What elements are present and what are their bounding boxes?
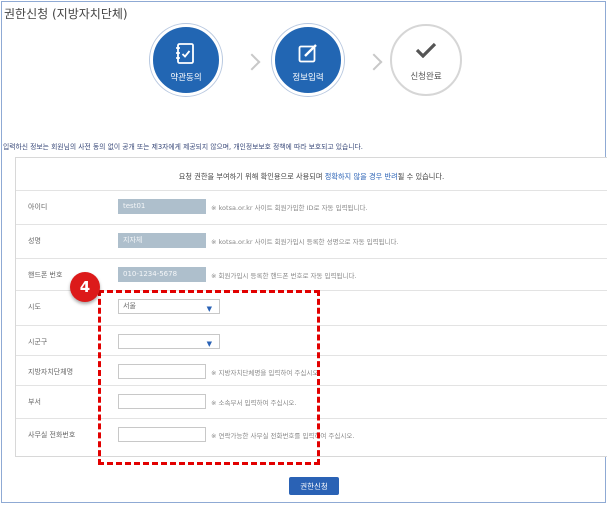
sido-label: 시도 [28, 303, 41, 311]
row-name: 성명 지자체 ※ kotsa.or.kr 사이트 회원가입시 등록한 성명으로 … [16, 224, 607, 258]
page-title: 권한신청 (지방자치단체) [4, 7, 128, 21]
org-hint: ※ 지방자치단체명을 입력하여 주십시오. [211, 369, 321, 377]
submit-button[interactable]: 권한신청 [289, 477, 339, 495]
row-sido: 시도 서울 ▼ [16, 290, 607, 325]
step-label: 약관동의 [170, 73, 202, 83]
step-number-badge: 4 [70, 272, 100, 302]
sido-value: 서울 [123, 302, 136, 310]
form-header: 요청 권한을 부여하기 위해 확인용으로 사용되며 정확하지 않을 경우 반려될… [16, 172, 607, 185]
form-header-suffix: 될 수 있습니다. [397, 172, 445, 181]
dropdown-arrow-icon: ▼ [206, 340, 212, 348]
phone-hint: ※ 회원가입시 등록한 핸드폰 번호로 자동 입력됩니다. [211, 272, 357, 280]
sigungu-label: 시군구 [28, 338, 48, 346]
dept-input[interactable] [118, 394, 206, 409]
form-header-prefix: 요청 권한을 부여하기 위해 확인용으로 사용되며 [178, 172, 325, 181]
id-field: test01 [118, 199, 206, 214]
document-check-icon [176, 43, 196, 69]
id-hint: ※ kotsa.or.kr 사이트 회원가입한 ID로 자동 입력됩니다. [211, 204, 368, 212]
id-label: 아이디 [28, 203, 48, 211]
step-complete: 신청완료 [390, 24, 462, 96]
phone-field: 010-1234-5678 [118, 267, 206, 282]
check-icon [415, 42, 437, 62]
office-phone-input[interactable] [118, 427, 206, 442]
sigungu-select[interactable]: ▼ [118, 334, 220, 349]
step-info: 정보입력 [272, 24, 344, 96]
office-phone-hint: ※ 연락가능한 사무실 전화번호를 입력하여 주십시오. [211, 432, 355, 440]
edit-icon [298, 43, 318, 67]
dropdown-arrow-icon: ▼ [206, 305, 212, 313]
name-hint: ※ kotsa.or.kr 사이트 회원가입시 등록한 성명으로 자동 입력됩니… [211, 238, 399, 246]
privacy-notice: 입력하신 정보는 회원님의 사전 동의 없이 공개 또는 제3자에게 제공되지 … [3, 143, 363, 151]
step-progress: 약관동의 정보입력 신청완료 [150, 22, 470, 122]
row-dept: 부서 ※ 소속부서 입력하여 주십시오. [16, 385, 607, 419]
name-label: 성명 [28, 237, 41, 245]
step-label: 정보입력 [292, 73, 324, 83]
chevron-right-icon [365, 53, 383, 71]
dept-label: 부서 [28, 398, 41, 406]
step-agree: 약관동의 [150, 24, 222, 96]
org-input[interactable] [118, 364, 206, 379]
office-phone-label: 사무실 전화번호 [28, 431, 76, 439]
application-form: 요청 권한을 부여하기 위해 확인용으로 사용되며 정확하지 않을 경우 반려될… [15, 157, 607, 457]
phone-label: 핸드폰 번호 [28, 271, 63, 279]
form-header-warning: 정확하지 않을 경우 반려 [324, 172, 398, 181]
row-phone: 핸드폰 번호 010-1234-5678 ※ 회원가입시 등록한 핸드폰 번호로… [16, 258, 607, 292]
dept-hint: ※ 소속부서 입력하여 주십시오. [211, 399, 297, 407]
step-label: 신청완료 [410, 72, 442, 82]
row-id: 아이디 test01 ※ kotsa.or.kr 사이트 회원가입한 ID로 자… [16, 190, 607, 224]
chevron-right-icon [243, 53, 261, 71]
name-field: 지자체 [118, 233, 206, 248]
sido-select[interactable]: 서울 ▼ [118, 299, 220, 314]
org-label: 지방자치단체명 [28, 368, 74, 376]
row-office-phone: 사무실 전화번호 ※ 연락가능한 사무실 전화번호를 입력하여 주십시오. [16, 418, 607, 452]
